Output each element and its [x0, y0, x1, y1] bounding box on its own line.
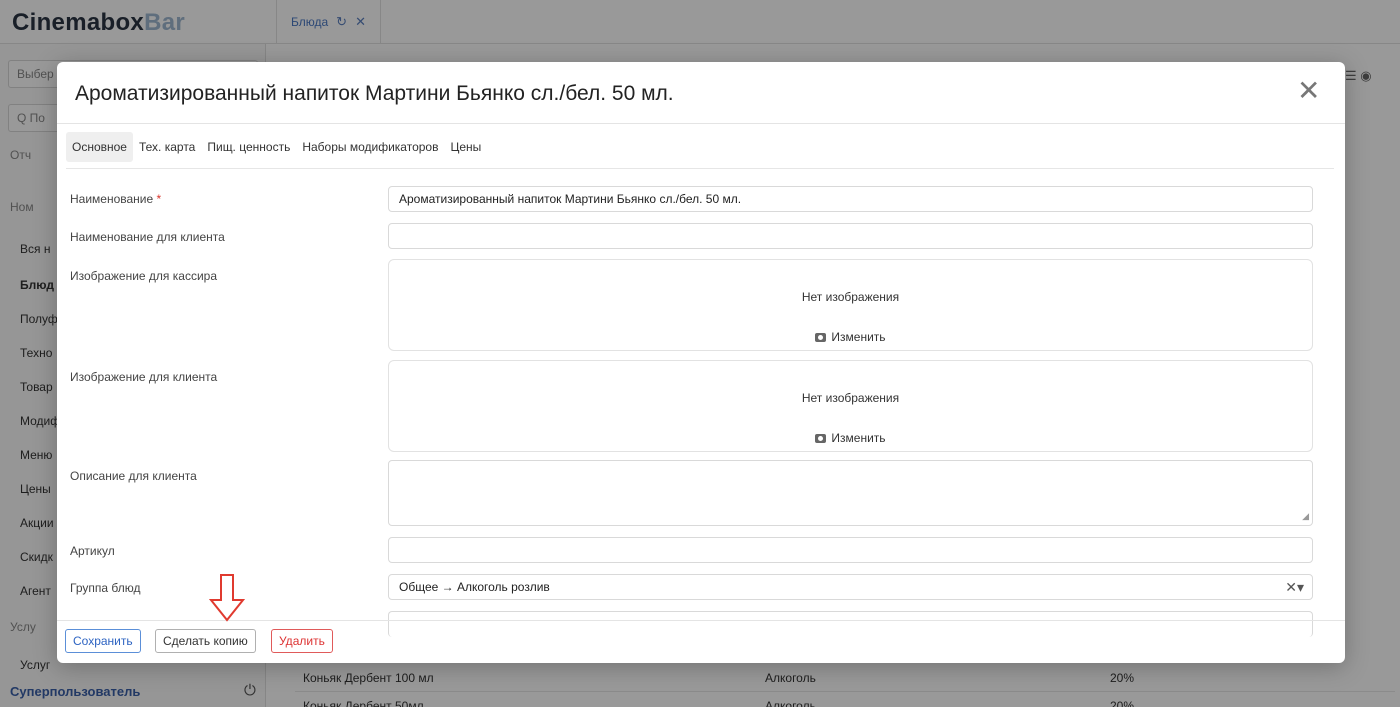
tab-tech-card[interactable]: Тех. карта	[133, 132, 201, 162]
modal-tabs: Основное Тех. карта Пищ. ценность Наборы…	[66, 132, 487, 162]
no-image-text: Нет изображения	[801, 391, 900, 405]
group-label: Группа блюд	[70, 581, 141, 595]
tab-nutrition[interactable]: Пищ. ценность	[201, 132, 296, 162]
arrow-down-icon	[209, 574, 245, 622]
change-image-button[interactable]: Изменить	[389, 330, 1312, 344]
client-image-box: Нет изображения Изменить	[388, 360, 1313, 452]
close-icon[interactable]: ✕	[1297, 77, 1320, 105]
description-textarea[interactable]: ◢	[388, 460, 1313, 526]
cashier-image-label: Изображение для кассира	[70, 269, 217, 283]
name-input[interactable]: Ароматизированный напиток Мартини Бьянко…	[388, 186, 1313, 212]
next-field-input[interactable]	[388, 611, 1313, 637]
divider	[66, 168, 1334, 169]
article-input[interactable]	[388, 537, 1313, 563]
tab-modifier-sets[interactable]: Наборы модификаторов	[296, 132, 444, 162]
name-label: Наименование *	[70, 192, 162, 206]
clear-icon[interactable]: ✕	[1285, 579, 1297, 595]
required-marker: *	[156, 192, 162, 206]
chevron-down-icon[interactable]: ▾	[1297, 579, 1304, 595]
tab-prices[interactable]: Цены	[444, 132, 487, 162]
article-label: Артикул	[70, 544, 115, 558]
resize-handle-icon[interactable]: ◢	[1302, 511, 1309, 522]
cashier-image-box: Нет изображения Изменить	[388, 259, 1313, 351]
make-copy-button[interactable]: Сделать копию	[155, 629, 256, 653]
camera-icon	[815, 434, 827, 443]
group-select[interactable]: Общее → Алкоголь розлив ✕▾	[388, 574, 1313, 600]
client-name-input[interactable]	[388, 223, 1313, 249]
tab-main[interactable]: Основное	[66, 132, 133, 162]
description-label: Описание для клиента	[70, 469, 197, 483]
group-select-value: Общее → Алкоголь розлив	[399, 580, 550, 594]
dish-edit-modal: Ароматизированный напиток Мартини Бьянко…	[57, 62, 1345, 663]
client-name-label: Наименование для клиента	[70, 230, 225, 244]
change-image-button[interactable]: Изменить	[389, 431, 1312, 445]
save-button[interactable]: Сохранить	[65, 629, 141, 653]
divider	[57, 123, 1345, 124]
camera-icon	[815, 333, 827, 342]
delete-button[interactable]: Удалить	[271, 629, 333, 653]
client-image-label: Изображение для клиента	[70, 370, 218, 384]
modal-title: Ароматизированный напиток Мартини Бьянко…	[75, 82, 674, 105]
divider	[57, 620, 1345, 621]
no-image-text: Нет изображения	[801, 290, 900, 304]
